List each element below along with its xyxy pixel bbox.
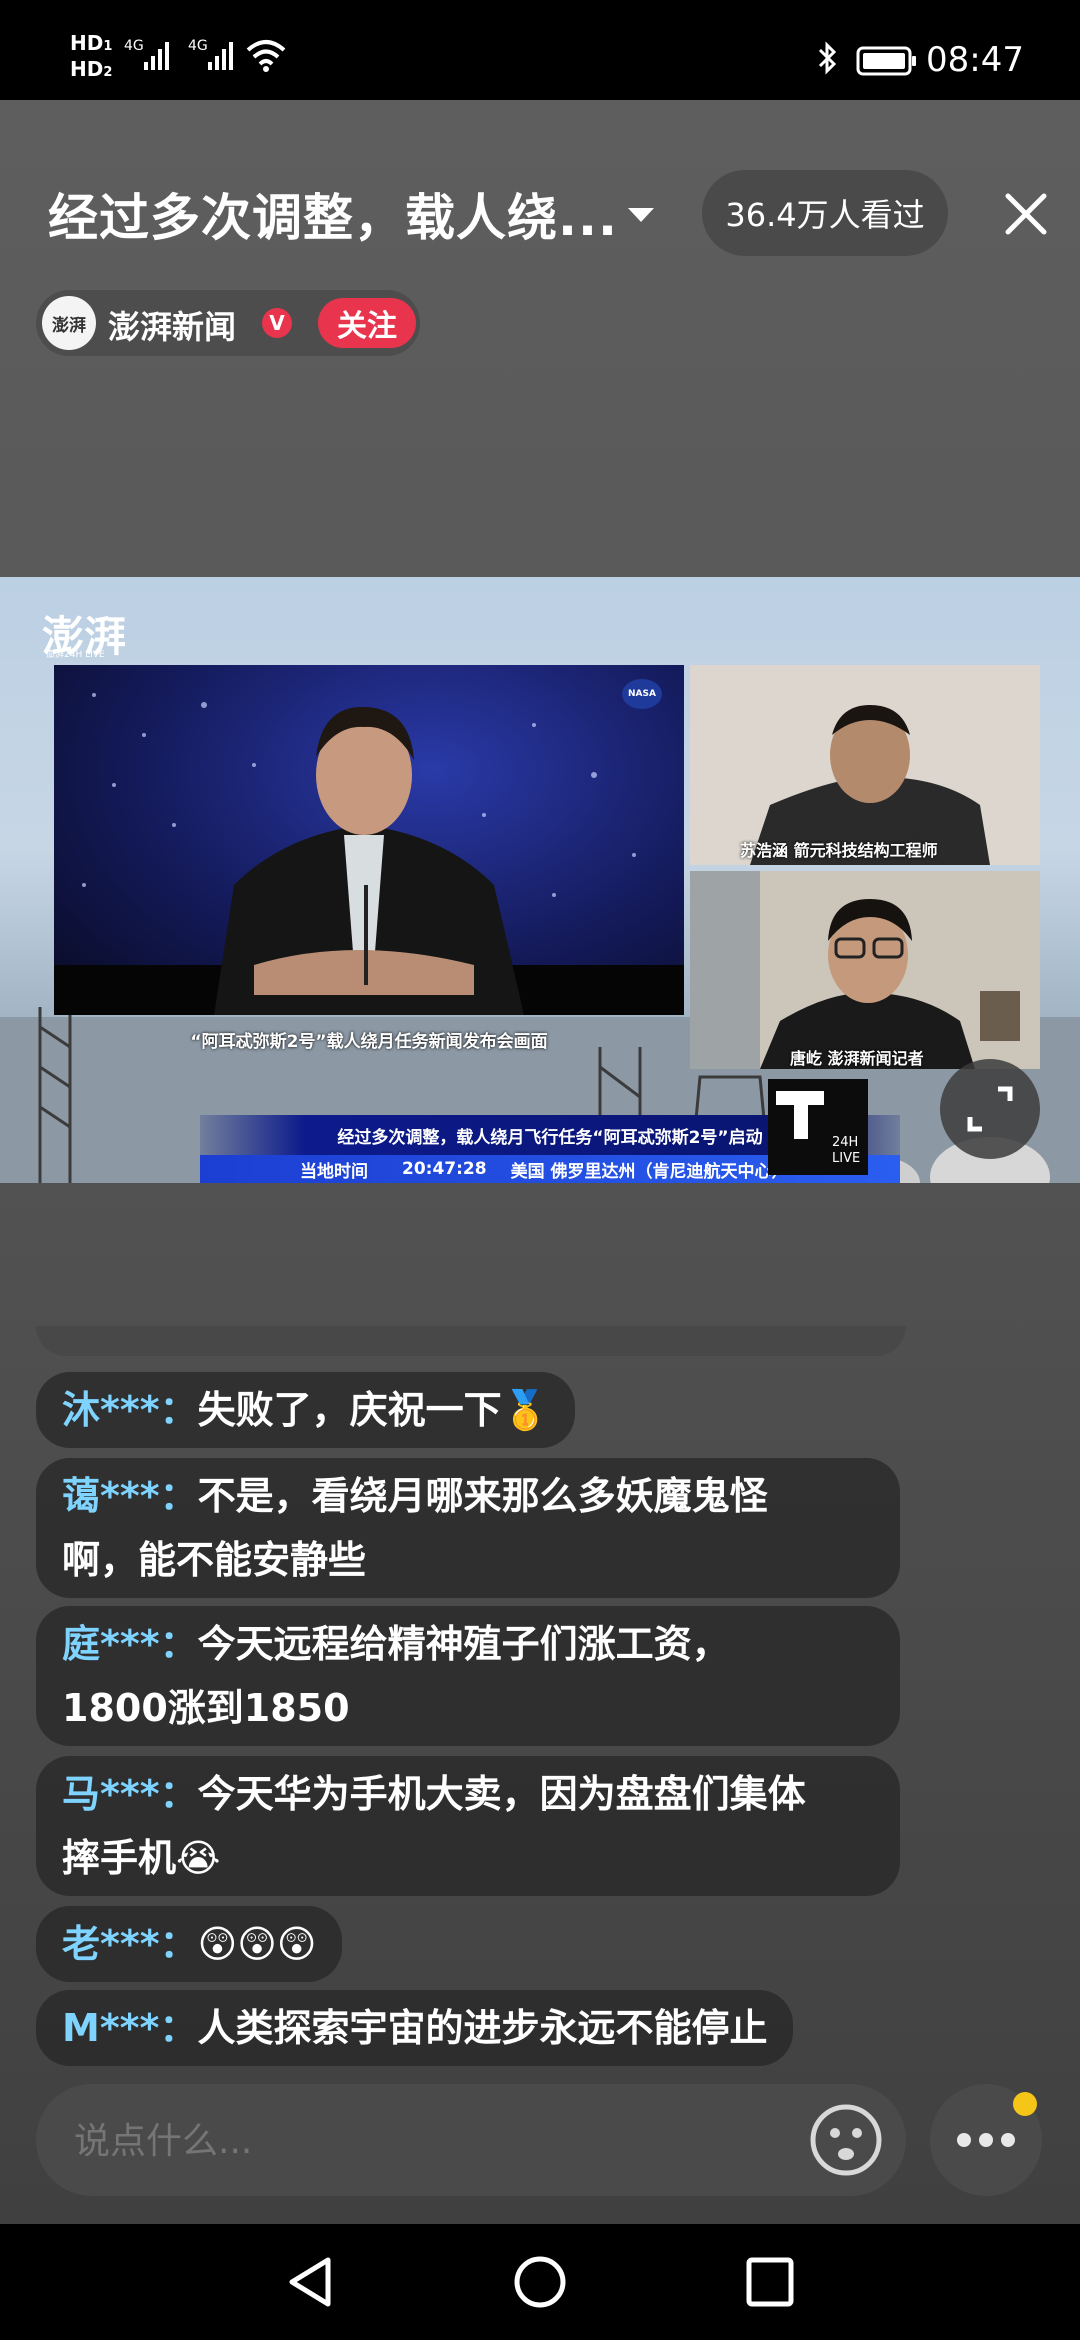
guest-1-name: 苏浩涵 箭元科技结构工程师 bbox=[740, 841, 938, 860]
speaker-figure bbox=[54, 693, 684, 1015]
close-icon[interactable] bbox=[1004, 192, 1048, 236]
comment-item: 沐***：失败了，庆祝一下🥇 bbox=[36, 1372, 575, 1448]
guest-feed-2: 唐屹 澎湃新闻记者 bbox=[690, 871, 1040, 1069]
comment-item: 老***：😲😲😲 bbox=[36, 1906, 343, 1982]
comment-text: 今天华为手机大卖，因为盘盘们集体 bbox=[197, 1772, 806, 1816]
hd-indicator: HD1 HD2 bbox=[70, 31, 113, 81]
viewer-count: 36.4万人看过 bbox=[702, 170, 948, 256]
comment-item: 庭***：今天远程给精神殖子们涨工资， 1800涨到1850 bbox=[36, 1606, 900, 1746]
live-title[interactable]: 经过多次调整，载人绕... bbox=[48, 178, 618, 250]
main-feed-caption: “阿耳忒弥斯2号”载人绕月任务新闻发布会画面 bbox=[190, 1032, 548, 1052]
video-watermark-sub: 澎湃24H LIVE bbox=[46, 650, 105, 660]
fullscreen-button[interactable] bbox=[940, 1059, 1040, 1159]
nav-recents-icon[interactable] bbox=[744, 2254, 796, 2310]
main-feed: NASA bbox=[54, 665, 684, 1015]
comment-user[interactable]: 老***： bbox=[62, 1922, 198, 1966]
fullscreen-icon[interactable] bbox=[940, 1059, 1040, 1159]
bluetooth-icon bbox=[818, 41, 837, 75]
t-logo-icon bbox=[776, 1091, 824, 1139]
comment-user[interactable]: 蔼***： bbox=[62, 1474, 198, 1518]
comment-text: 😲😲😲 bbox=[197, 1922, 317, 1966]
comment-user[interactable]: 沐***： bbox=[62, 1388, 198, 1432]
comment-text: 失败了，庆祝一下🥇 bbox=[197, 1388, 549, 1432]
comment-text: 今天远程给精神殖子们涨工资， bbox=[197, 1622, 730, 1666]
comment-user[interactable]: 庭***： bbox=[62, 1622, 198, 1666]
clock: 08:47 bbox=[926, 40, 1024, 80]
verified-badge-icon: V bbox=[262, 308, 292, 338]
navigation-bar bbox=[0, 2224, 1080, 2340]
notification-dot bbox=[1013, 2092, 1037, 2116]
comment-faded-edge bbox=[36, 1326, 906, 1356]
guest-feed-1: 苏浩涵 箭元科技结构工程师 bbox=[690, 665, 1040, 865]
emoji-icon[interactable] bbox=[808, 2102, 884, 2178]
nav-home-icon[interactable] bbox=[512, 2254, 568, 2310]
comment-text: 人类探索宇宙的进步永远不能停止 bbox=[197, 2006, 768, 2050]
wifi-icon bbox=[246, 40, 286, 72]
battery-icon bbox=[856, 46, 916, 76]
comment-item: 马***：今天华为手机大卖，因为盘盘们集体 摔手机😭 bbox=[36, 1756, 900, 1896]
comment-input[interactable] bbox=[72, 2110, 776, 2172]
nav-back-icon[interactable] bbox=[284, 2254, 336, 2310]
nasa-logo: NASA bbox=[622, 679, 662, 709]
status-bar: HD1 HD2 4G 4G 08:47 bbox=[0, 0, 1080, 100]
follow-button[interactable]: 关注 bbox=[318, 298, 416, 348]
comment-item: 蔼***：不是，看绕月哪来那么多妖魔鬼怪 啊，能不能安静些 bbox=[36, 1458, 900, 1598]
comment-text-cont: 摔手机😭 bbox=[62, 1836, 221, 1880]
chevron-down-icon[interactable] bbox=[626, 206, 656, 226]
comment-text-cont: 啊，能不能安静些 bbox=[62, 1538, 367, 1582]
guest-2-name: 唐屹 澎湃新闻记者 bbox=[790, 1049, 924, 1068]
guest-2-figure bbox=[690, 871, 1040, 1069]
guest-1-figure bbox=[690, 665, 1040, 865]
comment-user[interactable]: M***： bbox=[62, 2006, 197, 2050]
channel-name[interactable]: 澎湃新闻 bbox=[108, 302, 236, 348]
video-player[interactable]: 澎湃 澎湃24H LIVE NASA “阿耳忒弥斯2号”载人绕月任务新闻发布会画… bbox=[0, 577, 1080, 1183]
live-24h-logo: 24H LIVE bbox=[768, 1079, 868, 1175]
channel-avatar[interactable]: 澎湃 bbox=[42, 296, 96, 350]
comment-text-cont: 1800涨到1850 bbox=[62, 1686, 350, 1730]
comment-input-bar[interactable] bbox=[36, 2084, 906, 2196]
comment-user[interactable]: 马***： bbox=[62, 1772, 198, 1816]
comment-item: M***：人类探索宇宙的进步永远不能停止 bbox=[36, 1990, 794, 2066]
comment-text: 不是，看绕月哪来那么多妖魔鬼怪 bbox=[197, 1474, 768, 1518]
